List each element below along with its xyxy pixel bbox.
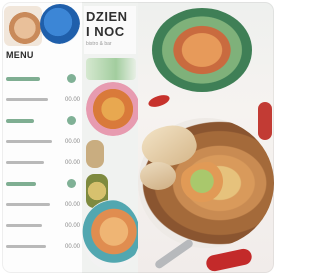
menu-list: 00.00 00.00 00.00 00.00 00.00 00.00 [6,72,80,261]
bread-slice [140,162,176,190]
menu-design-thumbnail[interactable]: MENU 00.00 00.00 00.00 00.00 00.00 00.00… [2,2,274,273]
menu-item-price: 00.00 [64,243,80,250]
menu-section-row [6,177,80,190]
menu-item-row: 00.00 [6,240,80,253]
dish-garnish [178,162,238,210]
leaf-icon [67,74,76,83]
menu-item-row: 00.00 [6,198,80,211]
bread-photo-small [86,140,104,168]
logo-line-2: I NOC [86,24,125,39]
menu-item-row: 00.00 [6,93,80,106]
menu-heading: MENU [6,50,34,60]
chili-pepper [258,102,272,140]
menu-item-price: 00.00 [64,96,80,103]
leaf-icon [67,179,76,188]
menu-item-row: 00.00 [6,156,80,169]
bowl-photo-small [82,200,140,270]
dish-photo-small [86,82,140,136]
logo-line-1: DZIEN [86,9,128,24]
restaurant-logo: DZIEN I NOC bistro & bar [84,6,136,54]
menu-item-price: 00.00 [64,159,80,166]
logo-tagline: bistro & bar [86,41,112,47]
menu-section-row [6,114,80,127]
menu-item-price: 00.00 [64,201,80,208]
menu-item-row: 00.00 [6,135,80,148]
leaf-icon [67,116,76,125]
menu-item-price: 00.00 [64,222,80,229]
menu-item-price: 00.00 [64,138,80,145]
herbs-photo [86,58,136,80]
menu-plate-photo [40,4,80,44]
menu-item-row: 00.00 [6,219,80,232]
menu-food-photo [4,6,42,46]
salad-bowl [152,8,252,92]
menu-section-row [6,72,80,85]
